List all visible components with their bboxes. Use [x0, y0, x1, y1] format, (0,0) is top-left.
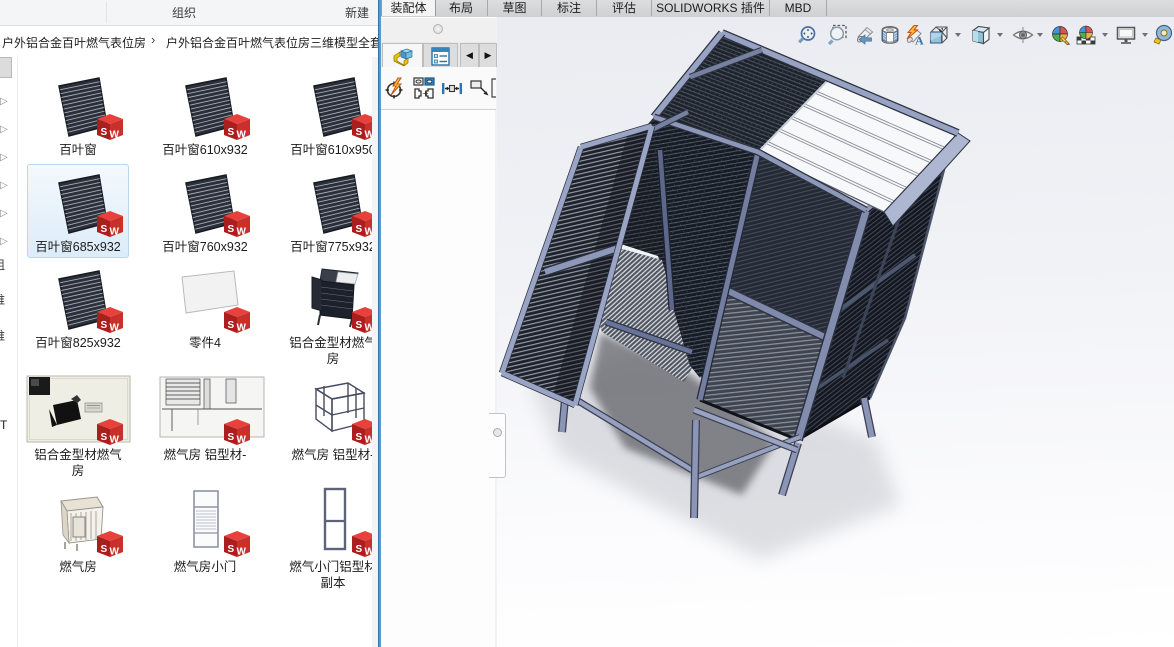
width-mate-icon[interactable] [441, 77, 463, 99]
feature-manager-panel: ◀ ▶ [381, 17, 498, 647]
panel-tab-bar: ◀ ▶ [381, 42, 496, 68]
smart-fasteners-icon[interactable] [413, 77, 435, 99]
breadcrumb-folder-2[interactable]: 户外铝合金百叶燃气表位房三维模型全套 [166, 34, 382, 51]
file-thumbnail [142, 167, 268, 239]
file-label: 燃气房 [7, 560, 149, 576]
ribbon-tab-6[interactable]: SOLIDWORKS 插件 [652, 0, 770, 16]
solidworks-window: 装配体布局草图标注评估SOLIDWORKS 插件MBD [381, 0, 1174, 647]
apply-scene-caret-icon[interactable] [1102, 33, 1108, 37]
file-thumbnail [15, 70, 141, 142]
hide-show-caret-icon[interactable] [1037, 33, 1043, 37]
file-thumbnail [15, 375, 141, 447]
breadcrumb-folder-1[interactable]: 户外铝合金百叶燃气表位房 [2, 34, 146, 51]
file-thumbnail [142, 70, 268, 142]
file-label: 百叶窗 [7, 143, 149, 159]
view-settings-caret-icon[interactable] [1142, 33, 1148, 37]
file-label: 百叶窗610x932 [134, 143, 276, 159]
file-label: 燃气房小门 [134, 560, 276, 576]
display-style-icon[interactable] [970, 24, 992, 46]
heads-up-toolbar: A [497, 24, 1174, 54]
new-menu[interactable]: 新建 [345, 4, 369, 21]
file-label: 燃气房 铝型材- [134, 448, 276, 464]
ribbon-tab-2[interactable]: 布局 [435, 0, 488, 16]
hide-show-items-icon[interactable] [1012, 24, 1034, 46]
panel-splitter-handle[interactable] [493, 428, 502, 437]
panel-splitter[interactable] [489, 413, 506, 478]
property-manager-tab[interactable] [423, 43, 458, 67]
panel-body [381, 110, 495, 647]
scroll-right-icon: ▶ [480, 50, 496, 61]
apply-scene-icon[interactable] [1075, 24, 1097, 46]
ribbon-tab-5[interactable]: 评估 [597, 0, 652, 16]
panel-top-strip [381, 17, 496, 43]
ribbon-tab-3[interactable]: 草图 [488, 0, 542, 16]
zoom-fit-icon[interactable] [796, 24, 818, 46]
file-label: 零件4 [134, 336, 276, 352]
panel-tab-scroll-left[interactable]: ◀ [460, 43, 479, 67]
file-thumbnail [142, 263, 268, 335]
panel-collapse-handle[interactable] [433, 24, 443, 34]
file-thumbnail [142, 487, 268, 559]
panel-tab-scroll-right[interactable]: ▶ [479, 43, 497, 67]
breadcrumb-chevron-icon: › [151, 32, 155, 47]
annotation-views-icon[interactable]: A [903, 24, 925, 46]
graphics-area[interactable]: A [497, 17, 1174, 647]
leader-note-icon[interactable] [469, 77, 491, 99]
view-orientation-icon[interactable] [927, 24, 949, 46]
svg-text:A: A [915, 34, 924, 47]
file-thumbnail [15, 167, 141, 239]
file-thumbnail [15, 487, 141, 559]
assembly-icon [392, 47, 414, 67]
section-view-icon[interactable] [879, 24, 901, 46]
file-label: 百叶窗685x932 [7, 240, 149, 256]
explorer-command-bar: 组织 新建 [0, 0, 378, 26]
file-label: 铝合金型材燃气 房 [7, 448, 149, 479]
measure-icon[interactable] [1153, 24, 1174, 46]
previous-view-icon[interactable] [854, 24, 876, 46]
mate-lightning-icon[interactable] [384, 77, 406, 99]
property-manager-icon [431, 47, 450, 66]
breadcrumb: 户外铝合金百叶燃气表位房 › 户外铝合金百叶燃气表位房三维模型全套 [0, 26, 378, 56]
3d-model-viewport[interactable] [497, 17, 1174, 647]
view-settings-icon[interactable] [1115, 24, 1137, 46]
ribbon-tab-4[interactable]: 标注 [542, 0, 597, 16]
display-style-caret-icon[interactable] [997, 33, 1003, 37]
organize-menu[interactable]: 组织 [172, 4, 196, 21]
view-orientation-caret-icon[interactable] [955, 33, 961, 37]
scroll-left-icon: ◀ [461, 50, 478, 61]
feature-manager-tab[interactable] [382, 43, 423, 67]
file-thumbnail [142, 375, 268, 447]
ribbon-tab-bar: 装配体布局草图标注评估SOLIDWORKS 插件MBD [381, 0, 1174, 17]
file-label: 百叶窗825x932 [7, 336, 149, 352]
ribbon-tab-7[interactable]: MBD [770, 0, 827, 16]
command-bar-separator [106, 2, 107, 23]
ribbon-tab-1[interactable]: 装配体 [381, 0, 436, 16]
file-label: 百叶窗760x932 [134, 240, 276, 256]
edit-appearance-icon[interactable] [1050, 24, 1072, 46]
file-grid: 百叶窗百叶窗610x932百叶窗610x950百叶窗685x932百叶窗760x… [0, 57, 372, 647]
panel-toolbar [381, 67, 496, 110]
file-thumbnail [15, 263, 141, 335]
explorer-window: 组织 新建 户外铝合金百叶燃气表位房 › 户外铝合金百叶燃气表位房三维模型全套 … [0, 0, 381, 647]
zoom-area-icon[interactable] [826, 24, 848, 46]
